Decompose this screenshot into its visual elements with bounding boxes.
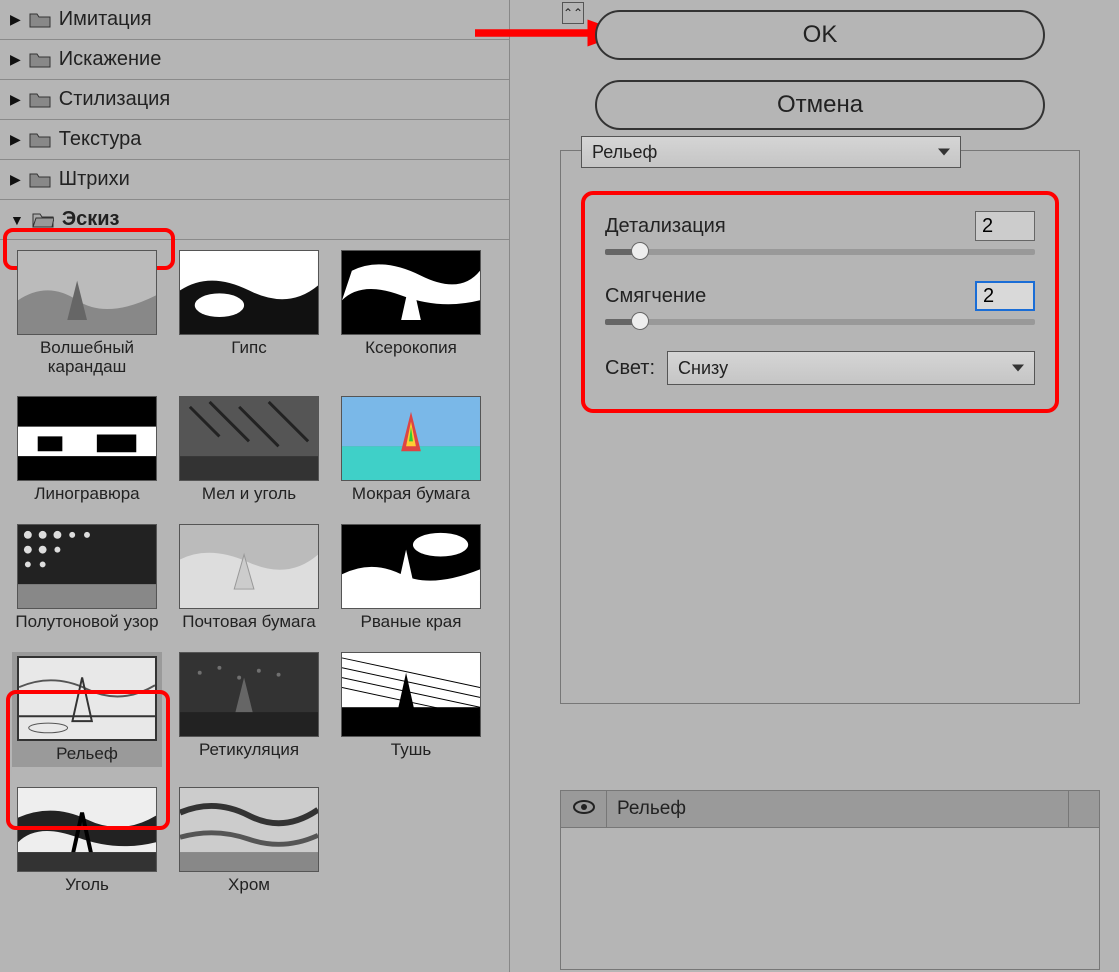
filter-thumb-linocut[interactable]: Линогравюра	[12, 396, 162, 504]
disclosure-triangle-icon: ▶	[10, 91, 21, 108]
thumb-label: Линогравюра	[34, 485, 139, 504]
filter-thumb-relief[interactable]: Рельеф	[12, 652, 162, 768]
visibility-toggle[interactable]	[561, 791, 607, 827]
disclosure-triangle-icon: ▶	[10, 11, 21, 28]
thumb-label: Волшебный карандаш	[12, 339, 162, 376]
detail-input[interactable]	[975, 211, 1035, 241]
thumb-label: Уголь	[65, 876, 109, 895]
slider-thumb-icon[interactable]	[631, 312, 649, 330]
slider-thumb-icon[interactable]	[631, 242, 649, 260]
category-label: Имитация	[59, 8, 152, 31]
category-row-texture[interactable]: ▶ Текстура	[0, 120, 509, 160]
thumb-label: Почтовая бумага	[182, 613, 316, 632]
soften-input[interactable]	[975, 281, 1035, 311]
filter-thumb-charcoal[interactable]: Уголь	[12, 787, 162, 895]
filter-thumb-ink[interactable]: Тушь	[336, 652, 486, 768]
category-label: Стилизация	[59, 88, 170, 111]
disclosure-triangle-icon: ▼	[10, 212, 24, 228]
thumb-label: Гипс	[231, 339, 266, 358]
folder-open-icon	[32, 211, 54, 229]
thumb-label: Тушь	[391, 741, 431, 760]
filter-settings-panel: OK Отмена Рельеф Детализация Смягчение С…	[540, 0, 1100, 704]
folder-icon	[29, 91, 51, 109]
light-direction-select[interactable]: Снизу	[667, 351, 1035, 385]
soften-label: Смягчение	[605, 285, 706, 308]
filter-options-group: Рельеф Детализация Смягчение Свет: Снизу	[560, 150, 1080, 704]
disclosure-triangle-icon: ▶	[10, 51, 21, 68]
filter-thumb-torn-edges[interactable]: Рваные края	[336, 524, 486, 632]
filter-thumb-chalk-charcoal[interactable]: Мел и уголь	[174, 396, 324, 504]
category-label: Искажение	[59, 48, 162, 71]
thumb-label: Ретикуляция	[199, 741, 299, 760]
category-row-strokes[interactable]: ▶ Штрихи	[0, 160, 509, 200]
folder-icon	[29, 51, 51, 69]
thumb-label: Рельеф	[56, 745, 118, 764]
thumb-label: Рваные края	[361, 613, 462, 632]
filter-categories-panel: ▶ Имитация ▶ Искажение ▶ Стилизация ▶ Те…	[0, 0, 510, 972]
filter-thumb-halftone[interactable]: Полутоновой узор	[12, 524, 162, 632]
category-row-sketch[interactable]: ▼ Эскиз	[0, 200, 509, 240]
filter-thumb-chrome[interactable]: Хром	[174, 787, 324, 895]
folder-icon	[29, 171, 51, 189]
ok-button[interactable]: OK	[595, 10, 1045, 60]
thumb-label: Ксерокопия	[365, 339, 457, 358]
thumb-label: Полутоновой узор	[15, 613, 158, 632]
filter-thumb-magic-pencil[interactable]: Волшебный карандаш	[12, 250, 162, 376]
thumb-label: Хром	[228, 876, 270, 895]
category-label: Эскиз	[62, 208, 120, 231]
category-label: Штрихи	[59, 168, 130, 191]
filter-thumb-reticulation[interactable]: Ретикуляция	[174, 652, 324, 768]
cancel-button[interactable]: Отмена	[595, 80, 1045, 130]
category-label: Текстура	[59, 128, 142, 151]
disclosure-triangle-icon: ▶	[10, 131, 21, 148]
category-row-stylize[interactable]: ▶ Стилизация	[0, 80, 509, 120]
folder-icon	[29, 11, 51, 29]
applied-filter-name: Рельеф	[607, 791, 1069, 827]
thumb-label: Мел и уголь	[202, 485, 296, 504]
filter-thumb-note-paper[interactable]: Почтовая бумага	[174, 524, 324, 632]
detail-slider[interactable]	[605, 249, 1035, 255]
filter-thumb-plaster[interactable]: Гипс	[174, 250, 324, 376]
applied-filters-list: Рельеф	[560, 790, 1100, 970]
category-row-imitation[interactable]: ▶ Имитация	[0, 0, 509, 40]
select-value: Рельеф	[592, 142, 657, 163]
light-label: Свет:	[605, 357, 655, 380]
filter-thumb-wet-paper[interactable]: Мокрая бумага	[336, 396, 486, 504]
soften-slider[interactable]	[605, 319, 1035, 325]
annotation-highlight-params: Детализация Смягчение Свет: Снизу	[581, 191, 1059, 413]
select-value: Снизу	[678, 358, 728, 379]
filter-name-select[interactable]: Рельеф	[581, 136, 961, 168]
thumb-label: Мокрая бумага	[352, 485, 470, 504]
category-row-distort[interactable]: ▶ Искажение	[0, 40, 509, 80]
folder-icon	[29, 131, 51, 149]
applied-filter-row[interactable]: Рельеф	[561, 791, 1099, 828]
disclosure-triangle-icon: ▶	[10, 171, 21, 188]
detail-label: Детализация	[605, 215, 726, 238]
filter-thumb-xerox[interactable]: Ксерокопия	[336, 250, 486, 376]
eye-icon	[573, 799, 595, 820]
filter-thumbnails-grid: Волшебный карандаш Гипс Ксерокопия Линог…	[0, 240, 509, 905]
